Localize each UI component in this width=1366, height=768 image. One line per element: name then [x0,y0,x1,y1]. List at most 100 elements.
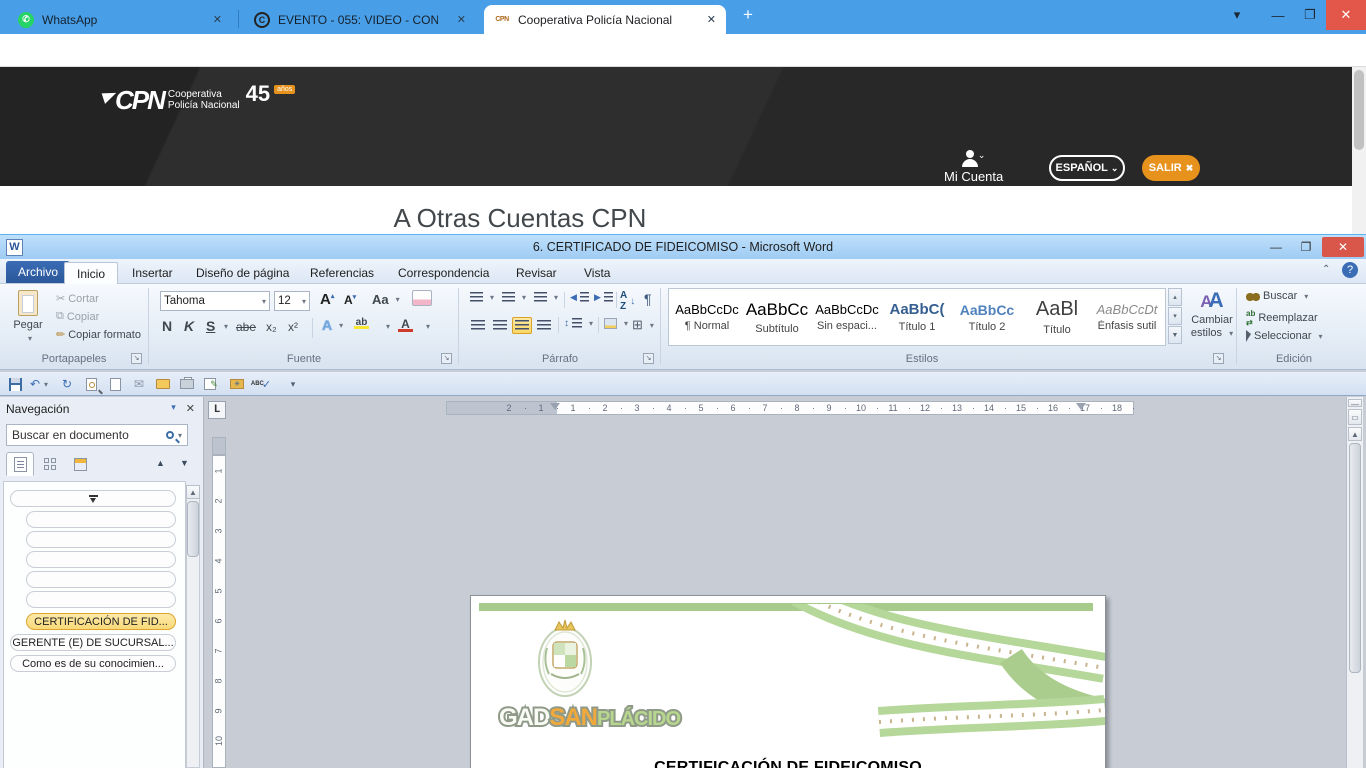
font-dialog-launcher[interactable]: ↘ [441,353,452,364]
tab-insertar[interactable]: Insertar [120,262,185,284]
indent-marker-left[interactable] [550,403,560,410]
folder-special-icon[interactable]: ✳ [228,375,246,393]
styles-scroll-up[interactable]: ▴ [1168,288,1182,306]
multilevel-list-button[interactable]: ▾ [534,292,558,303]
nav-item-como[interactable]: Como es de su conocimien... [10,655,176,672]
show-marks-button[interactable]: ¶ [644,291,652,307]
nav-item-blank[interactable] [26,511,176,528]
spelling-icon[interactable]: ABC✓ [252,375,270,393]
nav-tab-results[interactable] [66,452,94,476]
style-sin-espaciado[interactable]: AaBbCcDcSin espaci... [813,291,881,343]
indent-marker-right[interactable] [1076,403,1086,410]
styles-scroll-down[interactable]: ▾ [1168,307,1182,325]
copy-button[interactable]: ⧉Copiar [56,310,99,323]
nav-scroll-up[interactable]: ▲ [186,485,200,499]
style-normal[interactable]: AaBbCcDc¶ Normal [673,291,741,343]
justify-button[interactable] [534,317,554,334]
grow-font-button[interactable]: A▴ [320,291,334,308]
style-titulo[interactable]: AaBlTítulo [1023,291,1091,343]
nav-item-blank[interactable] [26,571,176,588]
undo-icon[interactable]: ↶▾ [30,375,48,393]
nav-item-gerente[interactable]: GERENTE (E) DE SUCURSAL... [10,634,176,651]
word-minimize-button[interactable]: — [1262,237,1290,257]
align-right-button[interactable] [512,317,532,334]
collapse-ribbon-icon[interactable]: ⌃ [1322,264,1330,275]
font-family-combo[interactable]: Tahoma▾ [160,291,270,311]
split-handle[interactable]: — [1348,399,1362,407]
change-case-button[interactable]: Aa▾ [372,292,400,307]
change-styles-button[interactable]: AA Cambiar estilos ▾ [1190,289,1234,339]
new-document-icon[interactable] [106,375,124,393]
nav-item-blank[interactable] [26,591,176,608]
align-left-button[interactable] [468,317,488,334]
window-minimize-button[interactable]: — [1262,0,1294,30]
tab-evento[interactable]: C EVENTO - 055: VIDEO - CONFERE ✕ [244,5,476,34]
save-icon[interactable] [6,375,24,393]
style-titulo1[interactable]: AaBbC(Título 1 [883,291,951,343]
bold-button[interactable]: N [162,318,172,334]
cpn-logo[interactable]: CPN CooperativaPolicía Nacional 45 años [115,85,295,116]
nav-item-top[interactable] [10,490,176,507]
paragraph-dialog-launcher[interactable]: ↘ [643,353,654,364]
word-restore-button[interactable]: ❐ [1292,237,1320,257]
nav-item-certificacion[interactable]: CERTIFICACIÓN DE FID... [26,613,176,630]
superscript-button[interactable]: x² [288,320,298,334]
tab-stop-selector[interactable]: L [208,401,226,419]
tab-close-icon[interactable]: ✕ [457,13,466,26]
word-close-button[interactable]: ✕ [1322,237,1364,257]
nav-pane-close-icon[interactable]: ✕ [186,402,195,416]
edit-table-icon[interactable]: ✎ [202,375,220,393]
doc-scroll-up[interactable]: ▲ [1348,427,1362,441]
find-button[interactable]: Buscar▾ [1246,290,1308,302]
tab-diseno[interactable]: Diseño de página [184,262,301,284]
tab-inicio[interactable]: Inicio [64,262,118,284]
nav-scrollbar-thumb[interactable] [187,501,199,557]
nav-pane-menu-icon[interactable]: ▾ [171,402,176,416]
nav-item-blank[interactable] [26,551,176,568]
font-size-combo[interactable]: 12▾ [274,291,310,311]
window-close-button[interactable]: ✕ [1326,0,1366,30]
clipboard-dialog-launcher[interactable]: ↘ [131,353,142,364]
shading-button[interactable]: ▾ [604,318,628,329]
nav-item-blank[interactable] [26,531,176,548]
format-painter-button[interactable]: ✏Copiar formato [56,328,141,341]
italic-button[interactable]: K [184,318,194,334]
help-icon[interactable]: ? [1342,262,1358,278]
style-titulo2[interactable]: AaBbCcTítulo 2 [953,291,1021,343]
increase-indent-button[interactable]: ▶ [594,292,613,303]
tab-correspondencia[interactable]: Correspondencia [386,262,501,284]
previous-heading-arrow[interactable]: ▲ [156,458,165,468]
mi-cuenta-menu[interactable]: ⌄ Mi Cuenta [944,150,1003,184]
document-page[interactable]: GADSANPLÁCIDO CERTIFICACIÓN DE FIDEICOMI… [470,595,1106,768]
font-color-button[interactable]: A [398,317,413,332]
tab-close-icon[interactable]: ✕ [707,13,716,26]
sort-button[interactable]: AZ↓ [620,290,635,312]
paste-button[interactable]: Pegar ▾ [8,290,48,343]
decrease-indent-button[interactable]: ◀ [570,292,589,303]
tab-close-icon[interactable]: ✕ [213,13,222,26]
tab-archivo[interactable]: Archivo [6,261,70,283]
mail-icon[interactable]: ✉ [130,375,148,393]
ruler-toggle-button[interactable]: ▭ [1348,409,1362,425]
style-enfasis-sutil[interactable]: AaBbCcDtÉnfasis sutil [1093,291,1161,343]
align-center-button[interactable] [490,317,510,334]
tab-search-chevron-icon[interactable]: ▾ [1222,0,1252,30]
text-effects-button[interactable]: A▾ [322,317,343,333]
print-icon[interactable] [178,375,196,393]
tab-vista[interactable]: Vista [572,262,622,284]
select-button[interactable]: Seleccionar▾ [1246,330,1323,342]
bullets-button[interactable]: ▾ [470,292,494,303]
open-folder-icon[interactable] [154,375,172,393]
search-dropdown-icon[interactable]: ▾ [178,431,182,440]
replace-button[interactable]: ab⇄ Reemplazar [1246,309,1318,327]
nav-tab-headings[interactable] [6,452,34,476]
nav-tab-pages[interactable] [36,452,64,476]
font-color-dropdown[interactable]: ▾ [426,322,430,331]
numbering-button[interactable]: ▾ [502,292,526,303]
highlight-dropdown[interactable]: ▾ [386,322,390,331]
language-button[interactable]: ESPAÑOL⌄ [1049,155,1125,181]
document-search-box[interactable]: Buscar en documento ▾ [6,424,188,446]
cut-button[interactable]: ✂Cortar [56,292,99,305]
next-heading-arrow[interactable]: ▼ [180,458,189,468]
new-tab-button[interactable]: + [736,0,760,30]
